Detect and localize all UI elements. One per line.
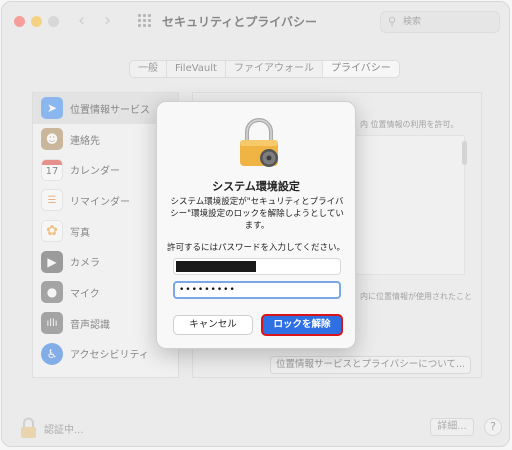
unlock-button[interactable]: ロックを解除 — [261, 314, 343, 336]
dialog-prompt: 許可するにはパスワードを入力してください。 — [167, 243, 345, 253]
authentication-dialog: システム環境設定 システム環境設定が"セキュリティとプライバシー"環境設定のロッ… — [156, 101, 356, 349]
padlock-icon — [240, 118, 278, 167]
redacted-username — [176, 261, 256, 272]
password-field[interactable] — [173, 281, 341, 299]
dialog-title: システム環境設定 — [212, 180, 300, 193]
cancel-button[interactable]: キャンセル — [173, 315, 253, 335]
dialog-message: システム環境設定が"セキュリティとプライバシー"環境設定のロックを解除しようとし… — [170, 197, 344, 231]
